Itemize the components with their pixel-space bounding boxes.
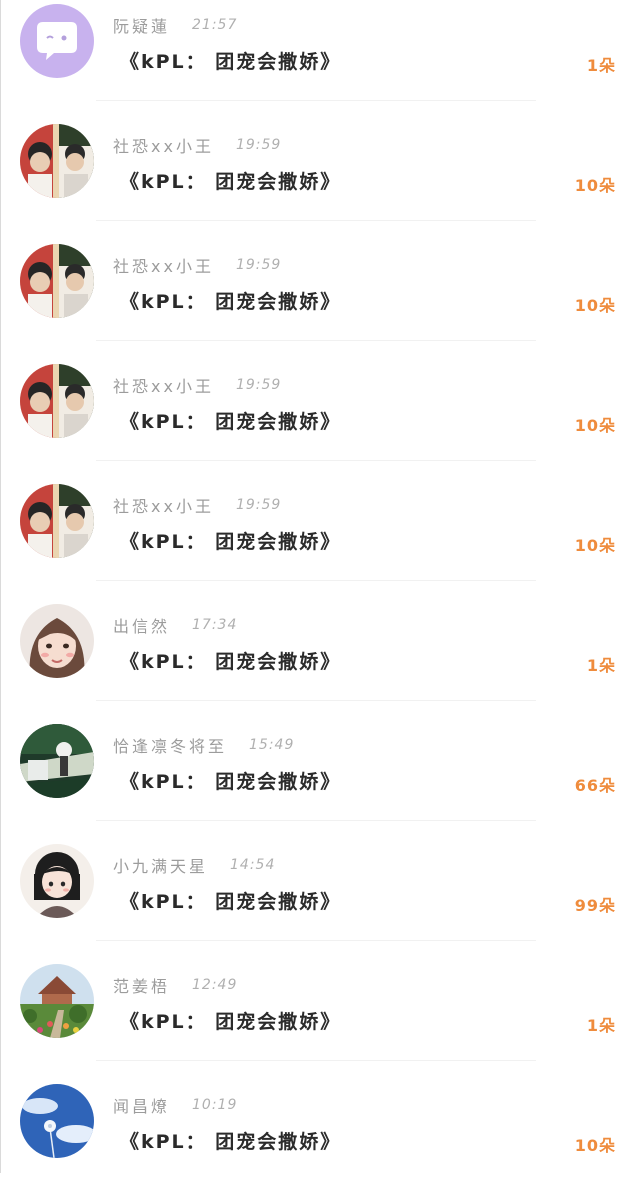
avatar[interactable] — [20, 484, 94, 558]
timestamp: 19:59 — [235, 257, 282, 273]
list-item[interactable]: 小九满天星 14:54 《kPL： 团宠会撒娇》 99朵 — [0, 840, 640, 960]
list-item[interactable]: 闻昌燎 10:19 《kPL： 团宠会撒娇》 10朵 — [0, 1080, 640, 1200]
duo-photo — [20, 364, 94, 438]
username[interactable]: 阮疑蓮 — [113, 13, 170, 37]
sky-dandelion — [20, 1084, 94, 1158]
list-item[interactable]: 出信然 17:34 《kPL： 团宠会撒娇》 1朵 — [0, 600, 640, 720]
flower-count: 10朵 — [574, 1136, 616, 1155]
avatar[interactable] — [20, 364, 94, 438]
flower-count: 1朵 — [586, 56, 616, 75]
avatar[interactable] — [20, 604, 94, 678]
divider — [96, 580, 536, 581]
timestamp: 17:34 — [192, 617, 238, 633]
username[interactable]: 出信然 — [113, 613, 170, 637]
divider — [96, 1060, 536, 1061]
gift-message: 《kPL： 团宠会撒娇》 — [120, 51, 342, 73]
avatar[interactable] — [20, 1084, 94, 1158]
flower-count: 1朵 — [586, 1016, 616, 1035]
flower-count: 10朵 — [574, 416, 616, 435]
list-item[interactable]: 社恐xx小王 19:59 《kPL： 团宠会撒娇》 10朵 — [0, 480, 640, 600]
gift-message: 《kPL： 团宠会撒娇》 — [120, 1131, 342, 1153]
timestamp: 19:59 — [235, 137, 282, 153]
avatar[interactable] — [20, 964, 94, 1038]
username[interactable]: 社恐xx小王 — [113, 493, 214, 517]
gift-message: 《kPL： 团宠会撒娇》 — [120, 891, 342, 913]
duo-photo — [20, 484, 94, 558]
timestamp: 15:49 — [249, 737, 295, 753]
list-item[interactable]: 范姜梧 12:49 《kPL： 团宠会撒娇》 1朵 — [0, 960, 640, 1080]
divider — [96, 340, 536, 341]
gift-message: 《kPL： 团宠会撒娇》 — [120, 1011, 342, 1033]
divider — [96, 940, 536, 941]
garden-house — [20, 964, 94, 1038]
timestamp: 10:19 — [192, 1097, 238, 1113]
divider — [96, 700, 536, 701]
avatar[interactable] — [20, 244, 94, 318]
list-item[interactable]: 阮疑蓮 21:57 《kPL： 团宠会撒娇》 1朵 — [0, 0, 640, 120]
username[interactable]: 社恐xx小王 — [113, 253, 214, 277]
flower-count: 10朵 — [574, 536, 616, 555]
username[interactable]: 范姜梧 — [113, 973, 170, 997]
gift-message: 《kPL： 团宠会撒娇》 — [120, 531, 342, 553]
timestamp: 21:57 — [192, 17, 238, 33]
timestamp: 14:54 — [230, 857, 276, 873]
flower-count: 1朵 — [586, 656, 616, 675]
list-item[interactable]: 社恐xx小王 19:59 《kPL： 团宠会撒娇》 10朵 — [0, 360, 640, 480]
avatar[interactable] — [20, 4, 94, 78]
username[interactable]: 恰逢凛冬将至 — [113, 733, 227, 757]
divider — [96, 460, 536, 461]
username[interactable]: 社恐xx小王 — [113, 133, 214, 157]
username[interactable]: 社恐xx小王 — [113, 373, 214, 397]
gift-message: 《kPL： 团宠会撒娇》 — [120, 411, 342, 433]
username[interactable]: 闻昌燎 — [113, 1093, 170, 1117]
cartoon-girl — [20, 844, 94, 918]
flower-count: 99朵 — [574, 896, 616, 915]
avatar[interactable] — [20, 724, 94, 798]
list-item[interactable]: 恰逢凛冬将至 15:49 《kPL： 团宠会撒娇》 66朵 — [0, 720, 640, 840]
flower-count: 10朵 — [574, 176, 616, 195]
gift-message: 《kPL： 团宠会撒娇》 — [120, 651, 342, 673]
girl-illustration — [20, 604, 94, 678]
username[interactable]: 小九满天星 — [113, 853, 208, 877]
avatar[interactable] — [20, 124, 94, 198]
timestamp: 19:59 — [235, 497, 282, 513]
gift-message: 《kPL： 团宠会撒娇》 — [120, 291, 342, 313]
gift-message: 《kPL： 团宠会撒娇》 — [120, 771, 342, 793]
duo-photo — [20, 124, 94, 198]
list-item[interactable]: 社恐xx小王 19:59 《kPL： 团宠会撒娇》 10朵 — [0, 240, 640, 360]
divider — [96, 100, 536, 101]
flower-count: 66朵 — [574, 776, 616, 795]
list-item[interactable]: 社恐xx小王 19:59 《kPL： 团宠会撒娇》 10朵 — [0, 120, 640, 240]
gift-message: 《kPL： 团宠会撒娇》 — [120, 171, 342, 193]
purple-bubble-icon — [20, 4, 94, 78]
timestamp: 19:59 — [235, 377, 282, 393]
avatar[interactable] — [20, 844, 94, 918]
gift-message-list[interactable]: 阮疑蓮 21:57 《kPL： 团宠会撒娇》 1朵 社恐xx小王 19:59 《… — [0, 0, 640, 1200]
divider — [96, 220, 536, 221]
timestamp: 12:49 — [192, 977, 238, 993]
divider — [96, 820, 536, 821]
nature-scene — [20, 724, 94, 798]
flower-count: 10朵 — [574, 296, 616, 315]
duo-photo — [20, 244, 94, 318]
